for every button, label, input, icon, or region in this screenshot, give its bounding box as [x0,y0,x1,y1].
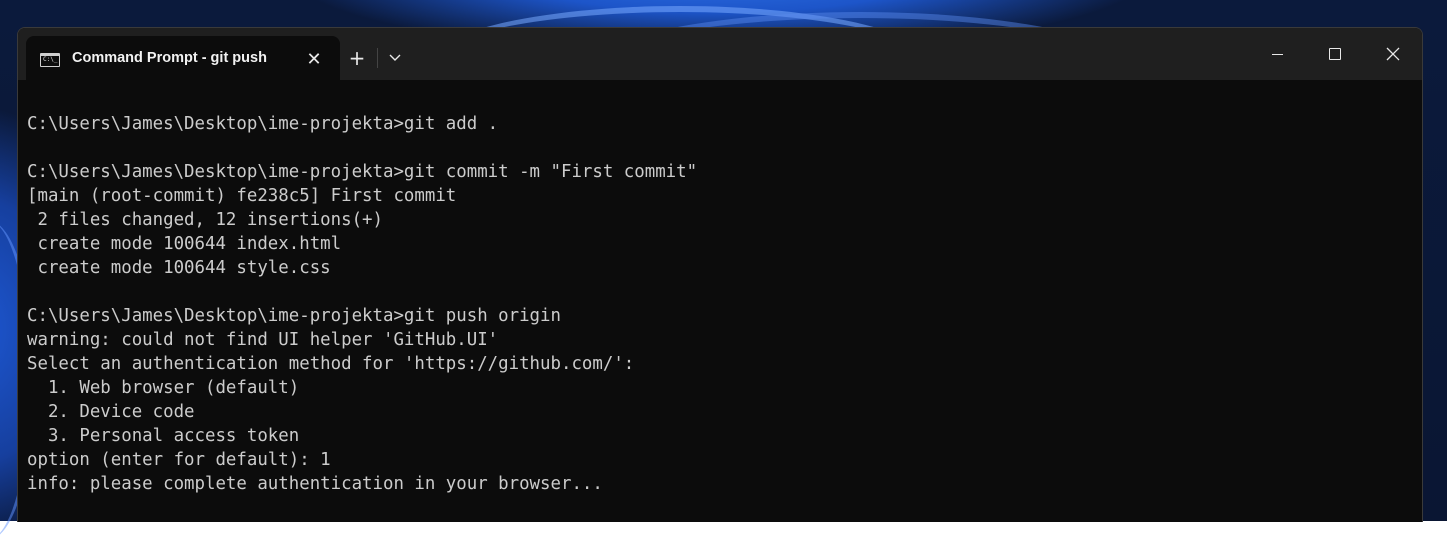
close-icon [1386,47,1400,61]
chevron-down-icon-svg [389,54,401,61]
maximize-button[interactable] [1312,36,1358,72]
console-line: 2 files changed, 12 insertions(+) [27,210,383,230]
command-prompt-icon: C:\_ [40,53,60,67]
console-line: create mode 100644 style.css [27,258,331,278]
command-prompt-icon-label: C:\_ [43,56,58,63]
console-line: 1. Web browser (default) [27,378,300,398]
minimize-icon [1271,53,1283,55]
console-line: info: please complete authentication in … [27,474,603,494]
console-line: C:\Users\James\Desktop\ime-projekta>git … [27,306,561,326]
console-line: [main (root-commit) fe238c5] First commi… [27,186,457,206]
new-tab-button[interactable]: + [344,45,370,71]
minimize-button[interactable] [1254,36,1300,72]
console-line: option (enter for default): 1 [27,450,331,470]
console-line: Select an authentication method for 'htt… [27,354,635,374]
console-line: C:\Users\James\Desktop\ime-projekta>git … [27,114,499,134]
console-line: C:\Users\James\Desktop\ime-projekta>git … [27,162,698,182]
console-line: 3. Personal access token [27,426,300,446]
tab-separator [377,48,378,68]
console-line: warning: could not find UI helper 'GitHu… [27,330,499,350]
console-line: create mode 100644 index.html [27,234,342,254]
console-output[interactable]: C:\Users\James\Desktop\ime-projekta>git … [27,112,697,496]
title-bar[interactable]: C:\_ Command Prompt - git push ✕ + [18,28,1422,80]
tab-close-icon[interactable]: ✕ [302,47,326,71]
maximize-icon [1329,48,1341,60]
tab-title: Command Prompt - git push [72,50,267,66]
terminal-window: C:\_ Command Prompt - git push ✕ + C:\Us… [17,27,1423,522]
close-button[interactable] [1370,36,1416,72]
chevron-down-icon[interactable] [383,46,407,70]
tab-command-prompt[interactable]: C:\_ Command Prompt - git push ✕ [26,36,340,80]
console-line: 2. Device code [27,402,195,422]
